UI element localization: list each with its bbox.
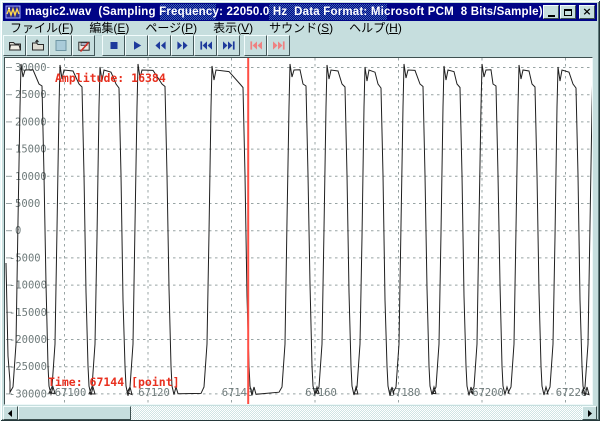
axis-tick-label: 67200 bbox=[472, 387, 504, 399]
close-icon: × bbox=[582, 7, 591, 17]
menu-s[interactable]: サウンド(S) bbox=[263, 19, 339, 36]
forward-icon bbox=[176, 39, 190, 52]
menu-p[interactable]: ページ(P) bbox=[139, 19, 203, 36]
time-readout: Time: 67144 [point] bbox=[48, 375, 180, 389]
menubar: ファイル(F)編集(E)ページ(P)表示(V)サウンド(S)ヘルプ(H) bbox=[4, 20, 594, 35]
forward-button[interactable] bbox=[171, 35, 194, 56]
waveform-view[interactable]: 300002500020000150001000050000-5000-1000… bbox=[4, 57, 593, 405]
minimize-button[interactable] bbox=[543, 5, 559, 19]
app-icon bbox=[5, 5, 21, 19]
window-controls: × bbox=[542, 5, 595, 19]
menu-e[interactable]: 編集(E) bbox=[83, 19, 135, 36]
play-icon bbox=[130, 39, 144, 52]
toolbar bbox=[3, 35, 290, 57]
new-blank-button[interactable] bbox=[49, 35, 72, 56]
marker-forward-icon bbox=[272, 39, 286, 52]
axis-tick-label: -5000 bbox=[9, 252, 41, 264]
waveform-trace bbox=[6, 64, 592, 396]
waveform-polyline bbox=[6, 64, 592, 396]
menu-h[interactable]: ヘルプ(H) bbox=[343, 19, 408, 36]
axis-tick-label: -15000 bbox=[9, 307, 47, 319]
stop-button[interactable] bbox=[102, 35, 125, 56]
marker-rewind-button[interactable] bbox=[244, 35, 267, 56]
waveform-canvas[interactable]: 300002500020000150001000050000-5000-1000… bbox=[5, 58, 592, 404]
axis-tick-label: -20000 bbox=[9, 334, 47, 346]
window-title: magic2.wav (Sampling Frequency: 22050.0 … bbox=[25, 6, 543, 18]
axis-tick-label: 30000 bbox=[15, 62, 47, 74]
application-window: magic2.wav (Sampling Frequency: 22050.0 … bbox=[0, 0, 600, 421]
axis-tick-label: 67160 bbox=[305, 387, 337, 399]
axis-tick-label: 10000 bbox=[15, 171, 47, 183]
blank-square-icon bbox=[54, 39, 68, 52]
right-arrow-icon bbox=[585, 409, 594, 418]
export-button[interactable] bbox=[26, 35, 49, 56]
go-end-icon bbox=[222, 39, 236, 52]
amplitude-readout: Amplitude: 16384 bbox=[55, 71, 166, 85]
go-start-icon bbox=[199, 39, 213, 52]
scrollbar-thumb[interactable] bbox=[18, 406, 131, 420]
save-button[interactable] bbox=[72, 35, 95, 56]
scroll-left-button[interactable] bbox=[3, 406, 18, 420]
axis-tick-label: -30000 bbox=[9, 388, 47, 400]
grid-layer: 300002500020000150001000050000-5000-1000… bbox=[6, 58, 592, 404]
play-button[interactable] bbox=[125, 35, 148, 56]
axis-tick-label: -10000 bbox=[9, 280, 47, 292]
maximize-button[interactable] bbox=[560, 5, 576, 19]
open-button[interactable] bbox=[3, 35, 26, 56]
minimize-icon bbox=[548, 15, 555, 17]
scroll-right-button[interactable] bbox=[582, 406, 597, 420]
rewind-icon bbox=[153, 39, 167, 52]
folder-open-icon bbox=[8, 39, 22, 52]
stop-icon bbox=[107, 39, 121, 52]
save-icon bbox=[77, 39, 91, 52]
close-button[interactable]: × bbox=[579, 5, 595, 19]
maximize-icon bbox=[564, 9, 572, 16]
go-end-button[interactable] bbox=[217, 35, 240, 56]
menu-f[interactable]: ファイル(F) bbox=[4, 19, 79, 36]
marker-forward-button[interactable] bbox=[267, 35, 290, 56]
marker-rewind-icon bbox=[249, 39, 263, 52]
left-arrow-icon bbox=[6, 409, 15, 418]
menu-v[interactable]: 表示(V) bbox=[207, 19, 259, 36]
rewind-button[interactable] bbox=[148, 35, 171, 56]
go-start-button[interactable] bbox=[194, 35, 217, 56]
horizontal-scrollbar[interactable] bbox=[3, 406, 597, 420]
folder-out-icon bbox=[31, 39, 45, 52]
